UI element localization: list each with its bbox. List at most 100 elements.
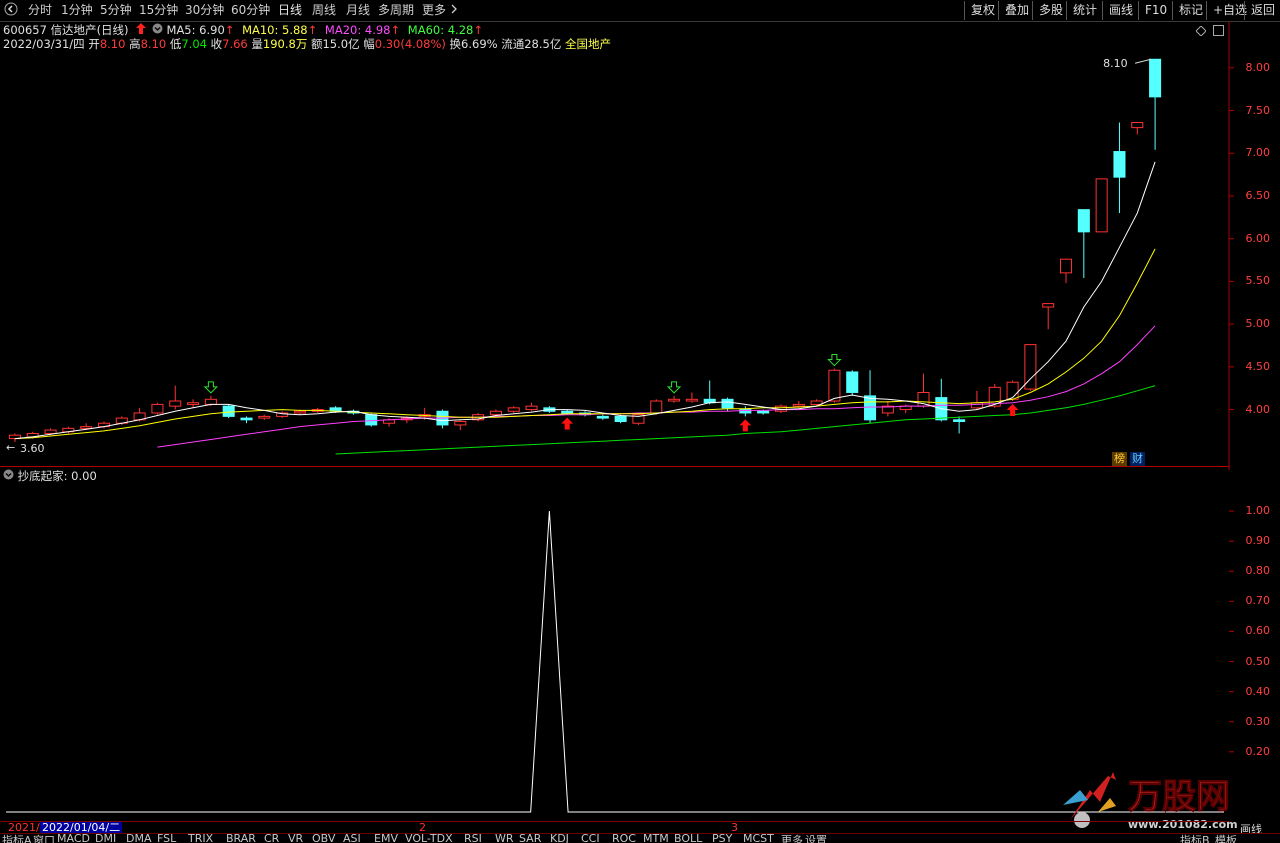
finance-badge[interactable]: 财 xyxy=(1130,452,1145,466)
candle-body xyxy=(953,419,966,423)
candle-body xyxy=(525,405,538,411)
candle-body xyxy=(1131,121,1144,129)
indicator-tick-label: 0.30 xyxy=(1245,714,1271,728)
candle-body xyxy=(668,398,681,402)
candle xyxy=(258,414,271,420)
candle-body xyxy=(1059,258,1073,274)
candle xyxy=(222,404,235,419)
price-tick-label: 8.00 xyxy=(1245,60,1271,74)
candle-body xyxy=(614,415,627,423)
candle-body xyxy=(864,395,877,421)
price-tick-label: 5.50 xyxy=(1245,274,1271,288)
candle xyxy=(436,409,449,429)
indicator-line xyxy=(6,511,1224,813)
price-tick-label: 5.00 xyxy=(1245,317,1271,331)
buy-signal-arrow xyxy=(739,419,752,432)
candle xyxy=(953,416,966,434)
candle-body xyxy=(80,426,93,429)
candle xyxy=(935,378,948,422)
ma20-line xyxy=(157,325,1156,448)
candle-body xyxy=(792,403,805,407)
candlestick-chart[interactable] xyxy=(0,0,1280,470)
indicator-tick-label: 0.40 xyxy=(1245,684,1271,698)
svg-text:万股网: 万股网 xyxy=(1128,777,1230,817)
high-marker-leader xyxy=(1134,58,1152,64)
indicator-tick-label: 0.60 xyxy=(1245,624,1271,638)
candle-body xyxy=(1077,209,1090,233)
candle-body xyxy=(454,421,467,426)
candle xyxy=(1095,178,1108,233)
candle-body xyxy=(169,400,182,407)
candle xyxy=(454,419,467,431)
candle xyxy=(169,385,182,410)
candle xyxy=(881,401,894,417)
arrow-left-icon: ← xyxy=(6,441,16,454)
price-tick-label: 4.50 xyxy=(1245,359,1271,373)
candle xyxy=(1042,303,1055,330)
candle xyxy=(1077,209,1090,278)
candle-body xyxy=(204,398,217,405)
indicator-tick-label: 0.50 xyxy=(1245,654,1271,668)
candle-body xyxy=(293,410,306,414)
candle-body xyxy=(757,410,770,414)
rank-badge[interactable]: 榜 xyxy=(1112,452,1127,466)
candle xyxy=(151,402,164,415)
candle-body xyxy=(650,400,663,414)
candle xyxy=(703,380,716,405)
candle-body xyxy=(561,410,574,414)
candle xyxy=(596,414,609,420)
candle-body xyxy=(685,398,698,402)
candle xyxy=(1131,121,1144,135)
sell-signal-arrow xyxy=(666,381,682,394)
candle xyxy=(810,399,823,407)
candle-body xyxy=(846,371,859,393)
candle-body xyxy=(507,407,520,412)
indicator-tick-label: 1.00 xyxy=(1245,504,1271,518)
candle-body xyxy=(596,415,609,419)
price-tick-label: 6.00 xyxy=(1245,231,1271,245)
candle xyxy=(240,416,253,424)
candle-body xyxy=(44,429,57,434)
candle-body xyxy=(828,369,841,402)
candle-body xyxy=(1006,381,1019,400)
sell-signal-arrow xyxy=(827,354,842,367)
candle xyxy=(685,392,698,403)
price-tick-label: 7.00 xyxy=(1245,146,1271,160)
candle-body xyxy=(222,405,235,417)
candle-body xyxy=(970,402,983,409)
candle xyxy=(739,406,752,417)
indicator-tick-label: 0.80 xyxy=(1245,564,1271,578)
candle xyxy=(668,395,681,403)
candle xyxy=(276,411,289,419)
sell-signal-arrow xyxy=(203,381,219,394)
candle-body xyxy=(721,398,734,409)
candle-body xyxy=(1095,178,1108,233)
candle xyxy=(1059,258,1073,284)
candle xyxy=(525,402,538,412)
candle-body xyxy=(1149,58,1162,98)
candle xyxy=(1149,58,1162,150)
candle xyxy=(1113,122,1126,214)
low-price-marker: 3.60 xyxy=(20,442,45,455)
candle-body xyxy=(1113,151,1126,178)
high-price-marker: 8.10 xyxy=(1103,57,1128,71)
candle-body xyxy=(258,415,271,419)
candle xyxy=(864,370,877,424)
candle-body xyxy=(1042,303,1055,308)
candle-body xyxy=(151,403,164,414)
candle xyxy=(846,370,859,396)
price-tick-label: 6.50 xyxy=(1245,188,1271,202)
candle-body xyxy=(240,417,253,421)
candle xyxy=(970,390,983,410)
indicator-tick-label: 0.90 xyxy=(1245,534,1271,548)
candle-body xyxy=(187,402,200,405)
candle xyxy=(1024,344,1037,391)
price-tick-label: 4.00 xyxy=(1245,402,1271,416)
candle xyxy=(632,412,645,425)
ma5-line xyxy=(14,161,1156,440)
candle xyxy=(507,406,520,413)
candle-body xyxy=(489,410,502,416)
candle-body xyxy=(365,414,378,426)
buy-signal-arrow xyxy=(561,417,574,430)
price-tick-label: 7.50 xyxy=(1245,103,1271,117)
